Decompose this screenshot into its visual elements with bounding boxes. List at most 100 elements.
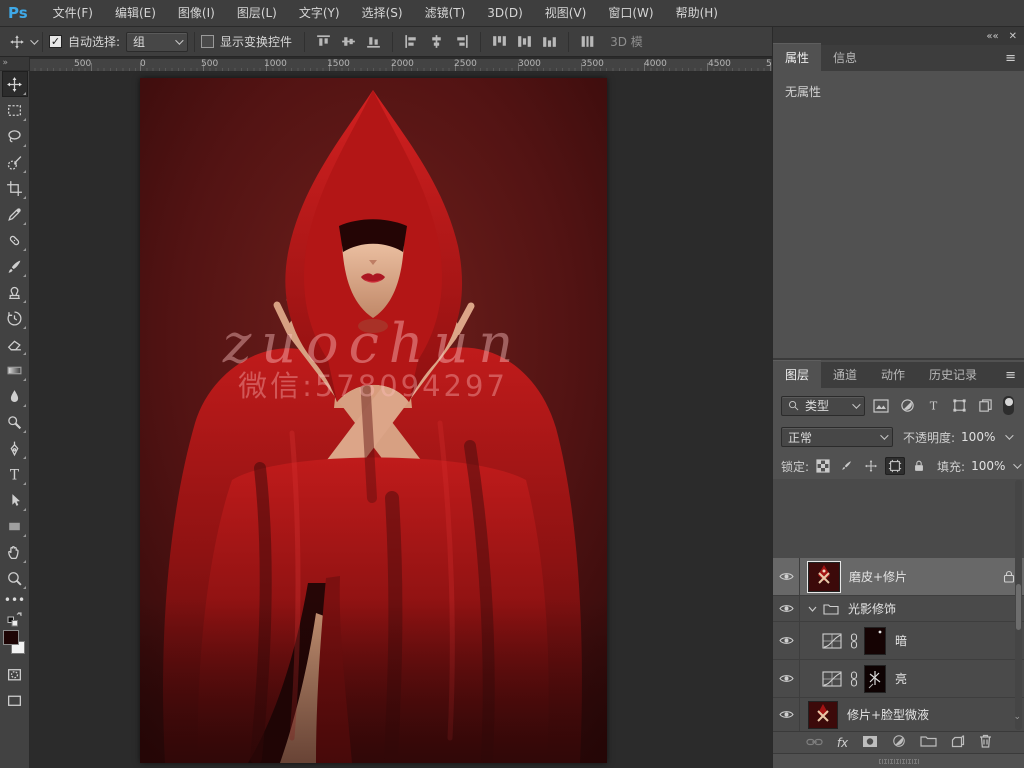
menu-layer[interactable]: 图层(L) [226, 0, 288, 26]
distribute-vcenter-icon[interactable] [516, 33, 533, 50]
menu-file[interactable]: 文件(F) [42, 0, 104, 26]
blur-tool[interactable] [2, 383, 28, 409]
curves-adjustment-icon[interactable] [822, 632, 842, 649]
distribute-top-icon[interactable] [491, 33, 508, 50]
hand-tool[interactable] [2, 539, 28, 565]
filter-adjustment-layers-icon[interactable] [897, 396, 917, 416]
lock-pixels-icon[interactable] [837, 457, 857, 475]
chevron-down-icon[interactable] [1005, 431, 1015, 440]
menu-image[interactable]: 图像(I) [167, 0, 226, 26]
visibility-eye-icon[interactable] [773, 596, 800, 621]
lasso-tool[interactable] [2, 123, 28, 149]
menu-filter[interactable]: 滤镜(T) [414, 0, 477, 26]
layer-thumbnail[interactable] [807, 560, 841, 593]
tab-actions[interactable]: 动作 [869, 361, 917, 388]
panel-menu-icon[interactable]: ≡ [1005, 368, 1017, 383]
lock-artboard-icon[interactable] [885, 457, 906, 475]
filter-toggle-switch[interactable] [1003, 396, 1014, 415]
blend-mode-dropdown[interactable]: 正常 [781, 427, 893, 447]
tab-properties[interactable]: 属性 [773, 43, 822, 71]
new-group-button[interactable] [920, 735, 937, 750]
distribute-spacing-icon[interactable] [579, 33, 596, 50]
mask-link-icon[interactable] [850, 670, 858, 687]
visibility-eye-icon[interactable] [773, 698, 800, 731]
layers-scrollbar[interactable] [1015, 480, 1022, 730]
filter-type-layers-icon[interactable]: T [923, 396, 943, 416]
new-layer-button[interactable] [951, 734, 965, 751]
type-tool[interactable]: T [2, 461, 28, 487]
drag-grip-dots[interactable] [879, 759, 919, 764]
menu-3d[interactable]: 3D(D) [476, 0, 533, 26]
eraser-tool[interactable] [2, 331, 28, 357]
tab-layers[interactable]: 图层 [773, 360, 822, 388]
tab-channels[interactable]: 通道 [821, 361, 869, 388]
group-expand-chevron[interactable] [808, 606, 817, 612]
brush-tool[interactable] [2, 253, 28, 279]
edit-toolbar-ellipsis[interactable]: ••• [2, 591, 28, 609]
move-tool[interactable] [1, 71, 28, 97]
align-right-icon[interactable] [453, 33, 470, 50]
path-selection-tool[interactable] [2, 487, 28, 513]
foreground-color-swatch[interactable] [2, 630, 19, 645]
default-colors-icon[interactable] [2, 609, 28, 629]
lock-position-icon[interactable] [861, 457, 881, 475]
crop-tool[interactable] [2, 175, 28, 201]
add-layer-mask-button[interactable] [862, 735, 878, 751]
visibility-eye-icon[interactable] [773, 558, 800, 595]
menu-select[interactable]: 选择(S) [351, 0, 414, 26]
canvas-image[interactable]: zuochun 微信:578094297 [140, 78, 607, 767]
chevron-down-icon[interactable] [1013, 460, 1023, 469]
layer-style-fx-button[interactable]: fx [837, 736, 848, 750]
delete-layer-trash-icon[interactable] [979, 734, 992, 751]
rectangle-tool[interactable] [2, 513, 28, 539]
zoom-tool[interactable] [2, 565, 28, 591]
scrollbar-thumb[interactable] [1016, 584, 1021, 630]
rectangular-marquee-tool[interactable] [2, 97, 28, 123]
menu-edit[interactable]: 编辑(E) [104, 0, 167, 26]
panel-resize-strip[interactable] [773, 753, 1024, 768]
layer-row-bright-curves[interactable]: 亮 [773, 660, 1024, 698]
visibility-eye-icon[interactable] [773, 660, 800, 697]
layer-thumbnail[interactable] [808, 700, 838, 729]
tab-history[interactable]: 历史记录 [917, 361, 989, 388]
menu-type[interactable]: 文字(Y) [288, 0, 351, 26]
lock-transparency-icon[interactable] [813, 457, 833, 475]
layer-row-group-guangying[interactable]: 光影修饰 [773, 596, 1024, 622]
eyedropper-tool[interactable] [2, 201, 28, 227]
close-panel-icon[interactable]: ✕ [1009, 31, 1017, 42]
tool-preset-caret[interactable] [30, 35, 39, 45]
curves-adjustment-icon[interactable] [822, 670, 842, 687]
scrollbar-down-chevron[interactable]: ⌄ [1013, 712, 1021, 722]
align-vcenter-icon[interactable] [340, 33, 357, 50]
filter-smart-objects-icon[interactable] [975, 396, 995, 416]
gradient-tool[interactable] [2, 357, 28, 383]
layer-row-xiupian-face[interactable]: 修片+脸型微液 [773, 698, 1024, 731]
lock-all-icon[interactable] [909, 457, 929, 475]
dodge-tool[interactable] [2, 409, 28, 435]
quick-mask-button[interactable] [2, 661, 28, 687]
menu-view[interactable]: 视图(V) [534, 0, 598, 26]
align-top-icon[interactable] [315, 33, 332, 50]
layer-row-mopi-xiupian[interactable]: 磨皮+修片 [773, 558, 1024, 596]
auto-select-dropdown[interactable]: 组 [126, 31, 189, 52]
distribute-bottom-icon[interactable] [541, 33, 558, 50]
collapse-panels-icon[interactable]: «« [986, 31, 998, 42]
panel-menu-icon[interactable]: ≡ [1005, 51, 1017, 66]
align-hcenter-icon[interactable] [428, 33, 445, 50]
pen-tool[interactable] [2, 435, 28, 461]
filter-shape-layers-icon[interactable] [949, 396, 969, 416]
mask-link-icon[interactable] [850, 632, 858, 649]
layer-filter-dropdown[interactable]: 类型 [781, 395, 865, 416]
filter-pixel-layers-icon[interactable] [871, 396, 891, 416]
clone-stamp-tool[interactable] [2, 279, 28, 305]
layer-row-dark-curves[interactable]: 暗 [773, 622, 1024, 660]
new-adjustment-layer-button[interactable] [892, 734, 906, 751]
tab-info[interactable]: 信息 [821, 44, 869, 71]
screen-mode-button[interactable] [2, 687, 28, 713]
foreground-background-swatches[interactable] [2, 629, 28, 661]
align-left-icon[interactable] [403, 33, 420, 50]
visibility-eye-icon[interactable] [773, 622, 800, 659]
align-bottom-icon[interactable] [365, 33, 382, 50]
layer-mask-thumbnail[interactable] [864, 626, 886, 655]
show-transform-checkbox[interactable] [201, 35, 215, 48]
